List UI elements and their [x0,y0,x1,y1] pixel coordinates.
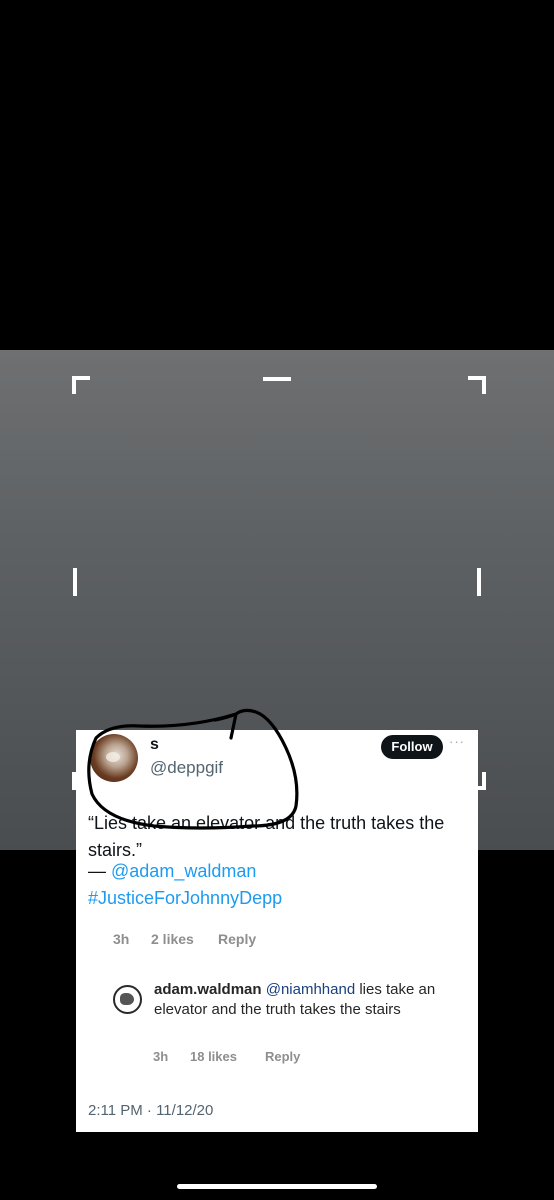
comment-reply-button[interactable]: Reply [218,931,256,947]
follow-button[interactable]: Follow [381,735,443,759]
reply-text: adam.waldman @niamhhand lies take an ele… [154,980,464,1020]
crop-handle-bottom[interactable] [263,781,291,785]
screenshot-photo: s @deppgif Follow ··· “Lies take an elev… [0,350,554,1132]
reply-reply-button[interactable]: Reply [265,1049,300,1064]
tweet-timestamp: 2:11 PM · 11/12/20 [88,1102,214,1119]
reply-username[interactable]: adam.waldman [154,981,262,998]
crop-handle-bottom-right[interactable] [468,772,486,790]
comment-likes[interactable]: 2 likes [151,931,194,947]
tweet-text: “Lies take an elevator and the truth tak… [88,813,445,860]
display-name[interactable]: s [150,736,159,754]
crop-handle-bottom-left[interactable] [72,772,90,790]
reply-avatar[interactable] [113,985,142,1014]
crop-handle-top[interactable] [263,377,291,381]
mention-link[interactable]: @adam_waldman [111,861,256,881]
more-options-icon[interactable]: ··· [449,734,465,749]
crop-handle-right[interactable] [477,568,481,596]
crop-handle-left[interactable] [73,568,77,596]
tweet-card: s @deppgif Follow ··· “Lies take an elev… [76,730,478,1132]
quote-attribution: — @adam_waldman [88,861,256,882]
attribution-dash: — [88,861,112,881]
reply-likes[interactable]: 18 likes [190,1049,237,1064]
hashtag-link[interactable]: #JusticeForJohnnyDepp [88,888,282,909]
home-indicator[interactable] [177,1184,377,1189]
reply-time: 3h [153,1049,169,1064]
crop-handle-top-left[interactable] [72,376,90,394]
crop-handle-top-right[interactable] [468,376,486,394]
avatar[interactable] [90,734,138,782]
reply-mention[interactable]: @niamhhand [266,981,355,998]
user-handle[interactable]: @deppgif [150,758,223,778]
comment-time: 3h [113,931,130,947]
